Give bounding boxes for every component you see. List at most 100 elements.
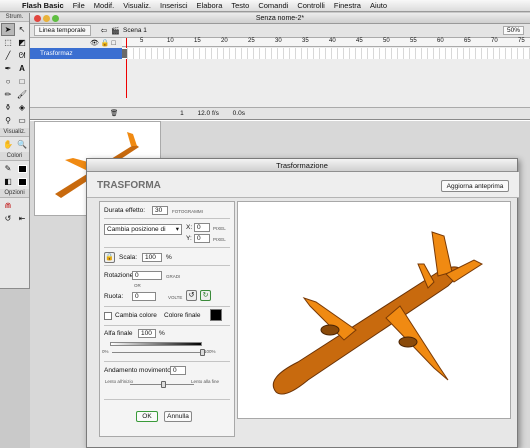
ink-bottle-tool-icon[interactable]: ⚱ (1, 101, 15, 114)
ruler-tick-label: 50 (383, 38, 390, 44)
menu-item-view[interactable]: Visualiz. (123, 1, 151, 10)
alpha-label: Alfa finale (104, 330, 133, 337)
scale-input[interactable]: 100 (142, 253, 162, 262)
playhead[interactable] (126, 38, 127, 98)
scene-icon: 🎬 (111, 27, 121, 35)
back-arrow-icon[interactable]: ⇦ (101, 26, 108, 35)
snap-magnet-icon[interactable]: ⋒ (1, 199, 15, 212)
scene-label: Scena 1 (123, 27, 147, 34)
menu-item-control[interactable]: Controlli (297, 1, 325, 10)
straighten-icon[interactable]: ⇤ (15, 212, 29, 225)
pen-tool-icon[interactable]: ✒ (1, 62, 15, 75)
ruler-tick-label: 35 (302, 38, 309, 44)
arrow-tool-icon[interactable]: ➤ (1, 23, 15, 36)
keyframe[interactable] (122, 49, 127, 58)
ruler-tick-label: 70 (491, 38, 498, 44)
eye-icon[interactable]: 👁 (90, 40, 99, 47)
divider (104, 361, 230, 362)
x-input[interactable]: 0 (194, 223, 210, 232)
menu-item-process[interactable]: Elabora (197, 1, 223, 10)
ruler-tick-label: 15 (194, 38, 201, 44)
cancel-button[interactable]: Annulla (164, 411, 192, 422)
preview-pane (237, 201, 511, 419)
alpha-min-label: 0% (102, 349, 109, 354)
easing-slider-thumb[interactable] (161, 381, 166, 388)
menu-app-name[interactable]: Flash Basic (22, 1, 64, 10)
timeline-tab[interactable]: Linea temporale (34, 25, 91, 36)
free-transform-tool-icon[interactable]: ⬚ (1, 36, 15, 49)
ruler-tick-label: 25 (248, 38, 255, 44)
lock-scale-icon[interactable]: 🔒 (104, 252, 115, 263)
duration-input[interactable]: 30 (152, 206, 168, 215)
lasso-tool-icon[interactable]: ᘛ (15, 49, 29, 62)
layer-row[interactable]: Trasformaz (30, 48, 530, 59)
menu-item-modify[interactable]: Modif. (94, 1, 114, 10)
alpha-unit: % (159, 330, 165, 337)
menu-bar: Flash Basic File Modif. Visualiz. Inseri… (0, 0, 530, 12)
settings-pane: Durata effetto: 30 FOTOGRAMMI Cambia pos… (99, 201, 235, 437)
timeline-panel: Linea temporale ⇦ 🎬 Scena 1 50% 👁 🔒 □ 5 1… (30, 24, 530, 120)
menu-item-window[interactable]: Finestra (334, 1, 361, 10)
stroke-color-icon[interactable]: ✎ (1, 162, 15, 175)
outline-icon[interactable]: □ (112, 40, 116, 47)
minimize-icon[interactable] (43, 15, 50, 22)
lock-icon[interactable]: 🔒 (101, 40, 110, 47)
change-color-label: Cambia colore (115, 312, 157, 319)
position-select[interactable]: Cambia posizione di ▾ (104, 224, 182, 235)
brush-tool-icon[interactable]: 🖌 (15, 88, 29, 101)
elapsed-time: 0.0s (232, 110, 245, 117)
rectangle-tool-icon[interactable]: □ (15, 75, 29, 88)
alpha-slider-track[interactable] (112, 352, 202, 353)
final-color-swatch[interactable] (210, 309, 222, 321)
line-tool-icon[interactable]: ╱ (1, 49, 15, 62)
layer-frames[interactable] (122, 48, 530, 59)
document-title: Senza nome-2* (255, 15, 305, 22)
eyedropper-tool-icon[interactable]: ⚲ (1, 114, 15, 127)
ruler-tick-label: 40 (329, 38, 336, 44)
change-color-checkbox[interactable] (104, 312, 112, 320)
fill-color-icon[interactable]: ◧ (1, 175, 15, 188)
oval-tool-icon[interactable]: ○ (1, 75, 15, 88)
divider (104, 325, 230, 326)
colors-header: Colori (0, 152, 29, 161)
close-icon[interactable] (34, 15, 41, 22)
frame-ruler[interactable]: 5 10 15 20 25 30 35 40 45 50 55 60 65 70 75 (122, 38, 530, 98)
stroke-color-swatch[interactable] (15, 162, 29, 175)
zoom-select[interactable]: 50% (502, 26, 524, 35)
fill-transform-tool-icon[interactable]: ◩ (15, 36, 29, 49)
y-input[interactable]: 0 (194, 234, 210, 243)
menu-item-text[interactable]: Testo (231, 1, 249, 10)
menu-item-commands[interactable]: Comandi (258, 1, 288, 10)
easing-input[interactable]: 0 (170, 366, 186, 375)
subselect-tool-icon[interactable]: ↖ (15, 23, 29, 36)
chevron-down-icon: ▾ (175, 226, 179, 233)
eraser-tool-icon[interactable]: ▭ (15, 114, 29, 127)
rotate-ccw-icon[interactable]: ↺ (186, 290, 197, 301)
zoom-tool-icon[interactable]: 🔍 (15, 138, 29, 151)
empty-option (15, 199, 29, 212)
rotation-input[interactable]: 0 (132, 271, 162, 280)
zoom-icon[interactable] (52, 15, 59, 22)
menu-item-insert[interactable]: Inserisci (160, 1, 188, 10)
smooth-icon[interactable]: ↺ (1, 212, 15, 225)
rotation-label: Rotazione: (104, 272, 136, 279)
layer-name[interactable]: Trasformaz (30, 48, 122, 59)
text-tool-icon[interactable]: A (15, 62, 29, 75)
spin-input[interactable]: 0 (132, 292, 156, 301)
ok-button[interactable]: OK (136, 411, 158, 422)
trash-icon[interactable]: 🗑 (110, 110, 118, 117)
preview-airplane-image (272, 231, 484, 395)
alpha-input[interactable]: 100 (138, 329, 156, 338)
dialog-title-bar: Trasformazione (87, 159, 517, 172)
ruler-tick-label: 30 (275, 38, 282, 44)
pencil-tool-icon[interactable]: ✏ (1, 88, 15, 101)
menu-item-help[interactable]: Aiuto (370, 1, 387, 10)
divider (104, 399, 230, 400)
menu-item-file[interactable]: File (73, 1, 85, 10)
paint-bucket-tool-icon[interactable]: ◈ (15, 101, 29, 114)
y-unit: PIXEL (213, 237, 226, 242)
fill-color-swatch[interactable] (15, 175, 29, 188)
rotate-cw-icon[interactable]: ↻ (200, 290, 211, 301)
hand-tool-icon[interactable]: ✋ (1, 138, 15, 151)
update-preview-button[interactable]: Aggiorna anteprima (441, 180, 509, 192)
